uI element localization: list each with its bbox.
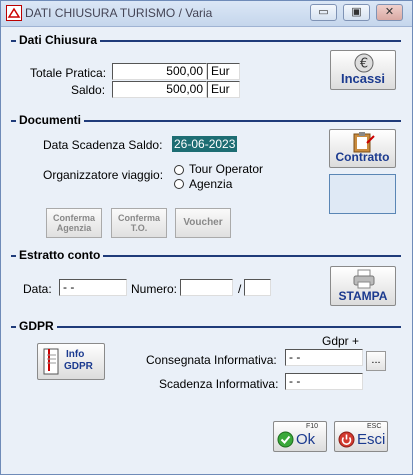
consegnata-informativa-label: Consegnata Informativa: bbox=[146, 353, 277, 367]
document-preview-box bbox=[329, 174, 396, 214]
ok-shortcut-label: F10 bbox=[306, 423, 319, 430]
incassi-label: Incassi bbox=[340, 71, 386, 86]
section-title-estratto-conto: Estratto conto bbox=[16, 248, 104, 262]
data-scadenza-label: Data Scadenza Saldo: bbox=[43, 138, 163, 152]
numero-label: Numero: bbox=[131, 282, 178, 296]
close-button[interactable]: ✕ bbox=[376, 4, 403, 21]
conferma-agenzia-line2: Agenzia bbox=[56, 223, 92, 233]
organizzatore-label: Organizzatore viaggio: bbox=[43, 168, 164, 182]
maximize-icon: ▣ bbox=[351, 6, 362, 18]
printer-icon bbox=[353, 269, 375, 289]
section-title-dati-chiusura: Dati Chiusura bbox=[16, 33, 101, 47]
conferma-to-line2: T.O. bbox=[130, 223, 148, 233]
svg-text:€: € bbox=[360, 57, 368, 72]
data-label: Data: bbox=[23, 282, 52, 296]
app-icon bbox=[6, 5, 22, 21]
voucher-button[interactable]: Voucher bbox=[175, 208, 231, 238]
close-icon: ✕ bbox=[384, 6, 395, 18]
saldo-field[interactable]: 500,00 bbox=[112, 81, 207, 98]
slash-separator: / bbox=[238, 282, 242, 296]
info-gdpr-line2: GDPR bbox=[64, 361, 93, 372]
minimize-button[interactable]: ▭ bbox=[310, 4, 337, 21]
saldo-label: Saldo: bbox=[71, 83, 106, 97]
document-icon bbox=[43, 348, 59, 375]
title-bar: DATI CHIUSURA TURISMO / Varia ▭ ▣ ✕ bbox=[1, 1, 412, 27]
contratto-button[interactable]: Contratto bbox=[329, 129, 396, 168]
esci-button[interactable]: ESC Esci bbox=[334, 421, 388, 452]
scadenza-informativa-label: Scadenza Informativa: bbox=[159, 377, 279, 391]
conferma-agenzia-line1: Conferma bbox=[52, 213, 95, 223]
power-icon bbox=[338, 431, 355, 448]
check-icon bbox=[277, 431, 294, 448]
totale-pratica-field[interactable]: 500,00 bbox=[112, 63, 207, 80]
esci-shortcut-label: ESC bbox=[367, 423, 382, 430]
section-title-documenti: Documenti bbox=[16, 113, 85, 127]
esci-label: Esci bbox=[357, 431, 386, 448]
stampa-button[interactable]: STAMPA bbox=[330, 266, 396, 306]
contratto-label: Contratto bbox=[335, 150, 390, 164]
numero-field[interactable] bbox=[180, 279, 233, 296]
stampa-label: STAMPA bbox=[338, 289, 388, 303]
scadenza-informativa-field[interactable]: - - bbox=[285, 373, 363, 390]
section-divider bbox=[11, 326, 401, 328]
saldo-currency-field[interactable]: Eur bbox=[207, 81, 240, 98]
ok-label: Ok bbox=[296, 431, 316, 448]
conferma-to-button[interactable]: Conferma T.O. bbox=[111, 208, 167, 238]
window-title: DATI CHIUSURA TURISMO / Varia bbox=[25, 6, 213, 20]
section-title-gdpr: GDPR bbox=[16, 319, 57, 333]
conferma-to-line1: Conferma bbox=[117, 213, 160, 223]
totale-pratica-label: Totale Pratica: bbox=[30, 66, 107, 80]
radio-agenzia[interactable] bbox=[174, 179, 184, 189]
consegnata-informativa-field[interactable]: - - bbox=[285, 349, 363, 366]
totale-currency-field[interactable]: Eur bbox=[207, 63, 240, 80]
gdpr-plus-label: Gdpr + bbox=[322, 334, 360, 348]
conferma-agenzia-button[interactable]: Conferma Agenzia bbox=[46, 208, 102, 238]
window: DATI CHIUSURA TURISMO / Varia ▭ ▣ ✕ Dati… bbox=[0, 0, 413, 475]
tour-operator-label: Tour Operator bbox=[189, 162, 264, 176]
numero-suffix-field[interactable] bbox=[244, 279, 271, 296]
incassi-button[interactable]: € Incassi bbox=[330, 50, 396, 90]
radio-tour-operator[interactable] bbox=[174, 165, 184, 175]
info-gdpr-line1: Info bbox=[66, 349, 85, 360]
maximize-button[interactable]: ▣ bbox=[343, 4, 370, 21]
client-area: Dati Chiusura Totale Pratica: 500,00 Eur… bbox=[5, 28, 408, 471]
euro-icon: € bbox=[354, 53, 374, 73]
browse-button[interactable]: ... bbox=[366, 351, 386, 371]
ok-button[interactable]: F10 Ok bbox=[273, 421, 327, 452]
info-gdpr-button[interactable]: Info GDPR bbox=[37, 343, 105, 380]
minimize-icon: ▭ bbox=[318, 6, 329, 18]
data-scadenza-value[interactable]: 26-06-2023 bbox=[172, 136, 238, 152]
agenzia-label: Agenzia bbox=[189, 177, 233, 191]
data-field[interactable]: - - bbox=[59, 279, 127, 296]
